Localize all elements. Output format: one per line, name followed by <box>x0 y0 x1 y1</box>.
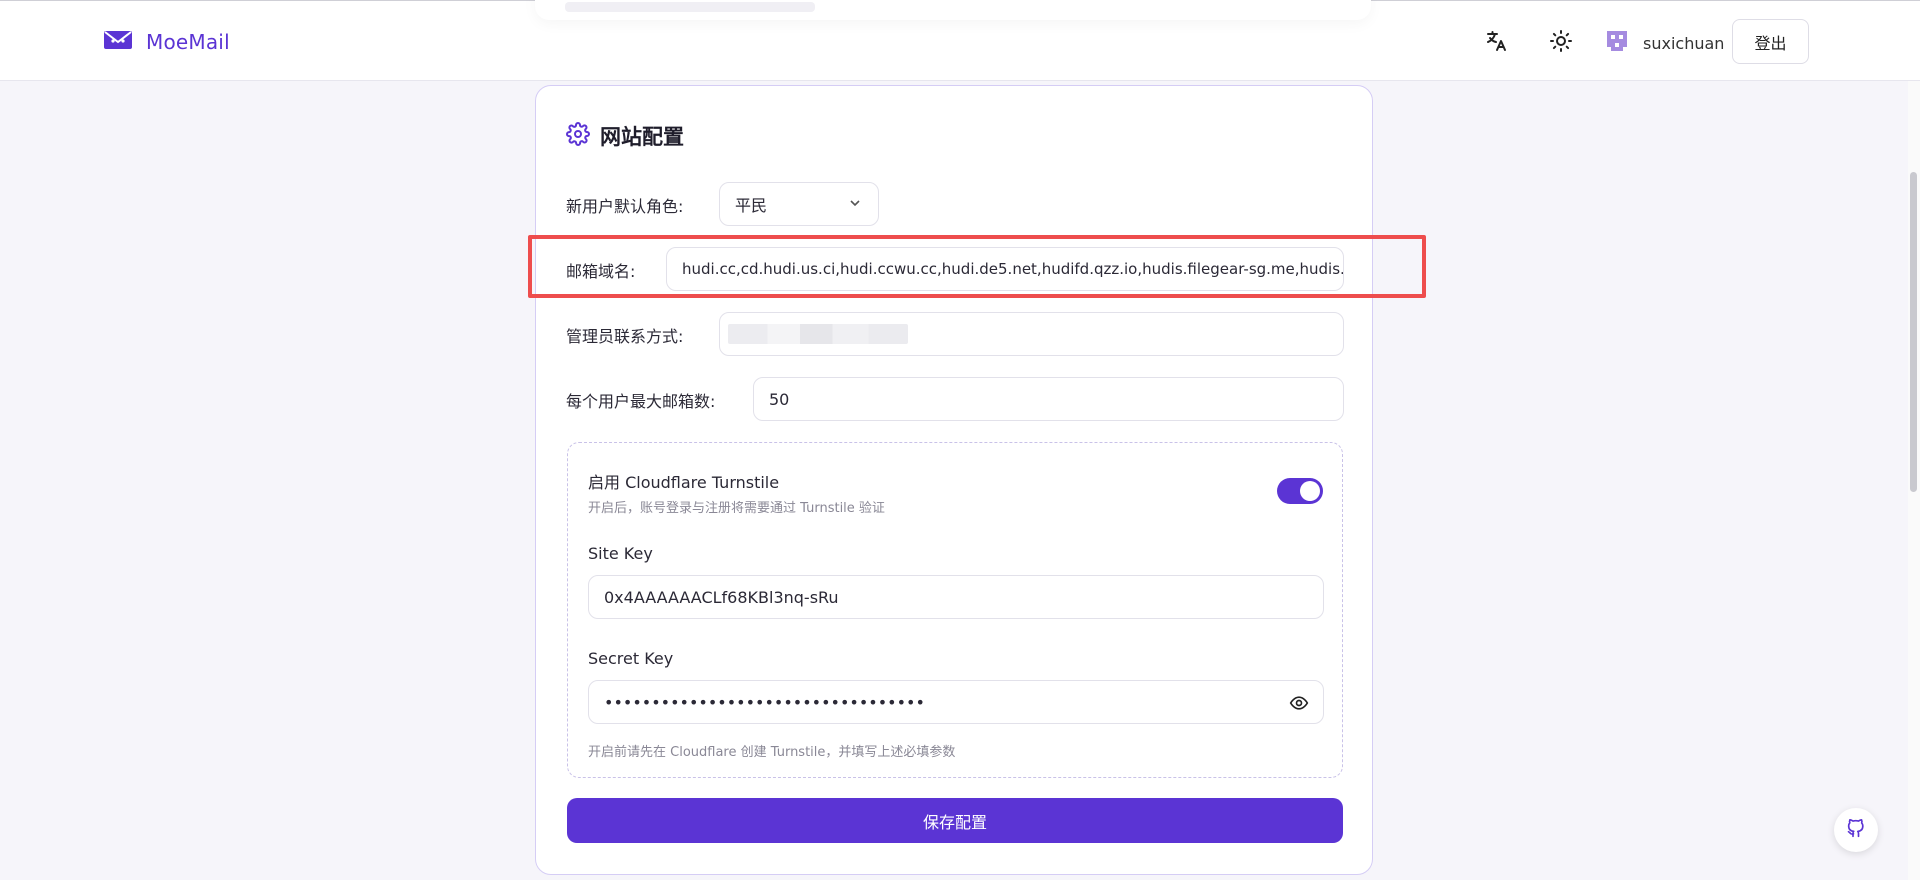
redacted-contact <box>728 324 908 344</box>
max-emails-input[interactable]: 50 <box>753 377 1344 421</box>
site-key-value: 0x4AAAAAACLf68KBl3nq-sRu <box>604 587 839 607</box>
secret-key-input[interactable]: •••••••••••••••••••••••••••••••••• <box>588 680 1324 724</box>
user-name: suxichuan <box>1643 33 1725 53</box>
annotation-highlight-box <box>528 235 1426 298</box>
theme-toggle-button[interactable] <box>1543 25 1579 61</box>
page-title: 网站配置 <box>600 125 684 149</box>
github-icon <box>1846 818 1866 842</box>
scrollbar-thumb[interactable] <box>1910 172 1917 492</box>
turnstile-title: 启用 Cloudflare Turnstile <box>588 473 780 492</box>
max-emails-label: 每个用户最大邮箱数: <box>566 392 716 411</box>
turnstile-toggle[interactable] <box>1277 478 1323 504</box>
github-button[interactable] <box>1834 808 1878 852</box>
site-key-label: Site Key <box>588 544 653 563</box>
app-name: MoeMail <box>146 30 230 54</box>
turnstile-hint: 开启前请先在 Cloudflare 创建 Turnstile，并填写上述必填参数 <box>588 745 956 760</box>
toggle-knob <box>1300 481 1320 501</box>
max-emails-value: 50 <box>769 389 790 409</box>
background-card <box>535 0 1371 20</box>
secret-key-label: Secret Key <box>588 649 674 668</box>
default-role-select[interactable]: 平民 <box>719 182 879 226</box>
default-role-label: 新用户默认角色: <box>566 197 684 216</box>
site-key-input[interactable]: 0x4AAAAAACLf68KBl3nq-sRu <box>588 575 1324 619</box>
app-logo[interactable]: MoeMail <box>103 28 230 56</box>
chevron-down-icon <box>848 195 862 214</box>
admin-contact-input[interactable] <box>719 312 1344 356</box>
logout-button[interactable]: 登出 <box>1732 19 1809 64</box>
translate-button[interactable] <box>1478 25 1514 61</box>
card-header: 网站配置 <box>566 121 684 151</box>
default-role-value: 平民 <box>735 196 768 215</box>
turnstile-section: 启用 Cloudflare Turnstile 开启后，账号登录与注册将需要通过… <box>567 442 1343 778</box>
translate-icon <box>1484 29 1508 57</box>
user-profile[interactable]: suxichuan <box>1603 27 1724 59</box>
save-config-button[interactable]: 保存配置 <box>567 798 1343 843</box>
avatar <box>1603 27 1631 59</box>
turnstile-description: 开启后，账号登录与注册将需要通过 Turnstile 验证 <box>588 501 885 516</box>
moemail-logo-icon <box>103 28 133 56</box>
admin-contact-label: 管理员联系方式: <box>566 327 684 346</box>
sun-icon <box>1549 29 1573 57</box>
site-settings-card: 网站配置 新用户默认角色: 平民 邮箱域名: hudi.cc,cd.hudi.u… <box>535 85 1373 875</box>
gear-icon <box>566 122 590 150</box>
eye-icon[interactable] <box>1289 693 1309 717</box>
secret-key-value: •••••••••••••••••••••••••••••••••• <box>604 692 925 712</box>
